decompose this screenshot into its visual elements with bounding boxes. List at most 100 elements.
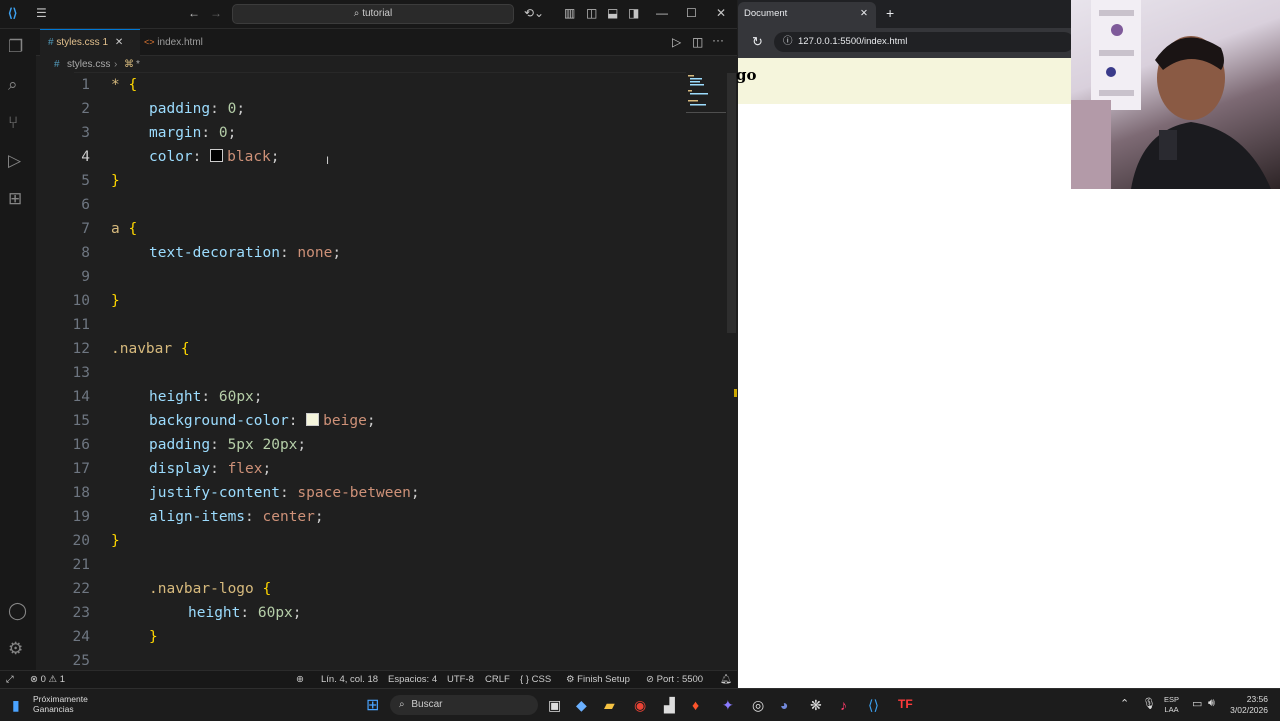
breadcrumb-symbol[interactable]: * (136, 56, 140, 73)
reload-icon[interactable]: ↻ (752, 34, 763, 50)
vscode-logo-icon: ⟨⟩ (8, 6, 18, 20)
app-icon[interactable]: ✦ (722, 697, 734, 714)
tab-index-html[interactable]: <> index.html (136, 29, 211, 55)
run-icon[interactable]: ▷ (672, 35, 681, 49)
indentation[interactable]: Espacios: 4 (388, 674, 437, 685)
page-logo-text[interactable]: go (736, 66, 757, 84)
zoom-icon[interactable]: ⊕ (296, 674, 304, 685)
close-tab-icon[interactable]: ✕ (860, 2, 868, 26)
address-bar[interactable]: ⓘ 127.0.0.1:5500/index.html (774, 32, 1074, 52)
extensions-icon[interactable]: ⊞ (8, 189, 22, 209)
notifications-bell-icon[interactable]: 🔔︎ (720, 674, 732, 685)
source-control-icon[interactable]: ⑂ (8, 113, 18, 133)
weather-widget-icon[interactable]: ▮ (12, 697, 20, 714)
line-number: 11 (72, 317, 90, 333)
css-value: center (262, 509, 315, 525)
network-icon[interactable]: ▭ (1192, 697, 1202, 710)
brave-icon[interactable]: ♦ (692, 697, 699, 713)
menu-icon[interactable]: ☰ (36, 6, 47, 20)
css-value: flex (227, 461, 263, 477)
toggle-secondary-sidebar-icon[interactable]: ◨ (628, 6, 639, 20)
line-number: 23 (72, 605, 90, 621)
terminal-icon[interactable]: ▟ (664, 697, 675, 714)
tab-label: index.html (157, 37, 203, 48)
code-line-12: .navbar { (111, 341, 190, 357)
toggle-sidebar-icon[interactable]: ◫ (586, 6, 597, 20)
file-explorer-icon[interactable]: ▰ (604, 697, 615, 714)
code-line-8: text-decoration: none; (149, 245, 342, 261)
code-editor[interactable]: 1 2 3 4 5 6 7 8 9 10 11 12 13 14 15 16 1… (36, 73, 726, 673)
breadcrumb-file[interactable]: styles.css (67, 56, 110, 73)
tab-styles-css[interactable]: # styles.css 1 ✕ (40, 29, 140, 56)
brace: { (128, 221, 138, 237)
layout-icon[interactable]: ▥ (564, 6, 575, 20)
status-bar: ⤢ ⊗ 0 ⚠ 1 ⊕ Lín. 4, col. 18 Espacios: 4 … (0, 670, 737, 689)
close-tab-icon[interactable]: ✕ (115, 37, 123, 48)
chatgpt-icon[interactable]: ❋ (810, 697, 822, 714)
finish-setup-button[interactable]: ⚙ Finish Setup (566, 674, 630, 685)
copilot-icon[interactable]: ⟲⌄ (524, 6, 544, 20)
discord-icon[interactable]: ◕ (780, 697, 788, 713)
microphone-icon[interactable]: 🎙︎ (1142, 697, 1156, 710)
code-line-10: } (111, 293, 120, 309)
scrollbar-thumb[interactable] (727, 73, 736, 333)
explorer-icon[interactable]: ❐ (8, 37, 23, 57)
code-line-17: display: flex; (149, 461, 272, 477)
minimize-icon[interactable]: — (656, 6, 668, 20)
volume-icon[interactable]: 🔊︎ (1208, 697, 1215, 710)
run-debug-icon[interactable]: ▷ (8, 151, 21, 171)
account-icon[interactable]: ◯ (8, 601, 27, 621)
tiktok-icon[interactable]: ♪ (840, 697, 847, 713)
app-tf-icon[interactable]: TF (898, 697, 913, 711)
weather-widget[interactable]: Próximamente Ganancias (33, 694, 88, 714)
editor-scrollbar[interactable] (726, 73, 737, 673)
task-view-icon[interactable]: ▣ (548, 697, 561, 714)
error-count: 0 (40, 674, 46, 685)
activity-bar: ❐ ⌕ ⑂ ▷ ⊞ ◯ ⚙ (0, 29, 36, 688)
forward-arrow-icon[interactable]: → (210, 6, 222, 20)
search-icon: ⌕ (353, 8, 363, 19)
clock[interactable]: 23:56 3/02/2026 (1228, 694, 1268, 716)
remote-icon[interactable]: ⤢ (6, 674, 14, 685)
more-actions-icon[interactable]: ··· (712, 33, 724, 47)
css-value: 0 (227, 101, 237, 117)
search-icon[interactable]: ⌕ (8, 75, 18, 95)
warning-marker (734, 389, 737, 397)
close-icon[interactable]: ✕ (716, 6, 726, 20)
finish-setup-label: Finish Setup (577, 674, 630, 685)
live-server-port[interactable]: ⊘ Port : 5500 (646, 674, 703, 685)
windows-start-icon[interactable]: ⊞ (366, 695, 379, 715)
language-code: ESP (1164, 695, 1180, 704)
split-editor-icon[interactable]: ◫ (692, 35, 703, 49)
css-property: background-color (149, 413, 289, 429)
color-swatch-black[interactable] (210, 149, 224, 162)
css-property: display (149, 461, 211, 477)
vscode-taskbar-icon[interactable]: ⟨⟩ (868, 697, 879, 714)
github-icon[interactable]: ◎ (752, 697, 764, 714)
encoding[interactable]: UTF-8 (447, 674, 474, 685)
language-mode[interactable]: { } CSS (520, 674, 551, 685)
maximize-icon[interactable]: ☐ (686, 6, 697, 20)
browser-tab[interactable]: Document ✕ (738, 2, 876, 28)
chevron-up-icon[interactable]: ⌃ (1120, 697, 1129, 710)
back-arrow-icon[interactable]: ← (188, 6, 200, 20)
chrome-icon[interactable]: ◉ (634, 697, 646, 714)
command-center-search[interactable]: ⌕ tutorial (232, 4, 514, 24)
text-cursor-icon: I (326, 155, 330, 167)
taskbar-search-box[interactable]: ⌕ Buscar (390, 695, 538, 715)
line-ending[interactable]: CRLF (485, 674, 510, 685)
title-bar: ⟨⟩ ☰ ← → ⌕ tutorial ⟲⌄ ▥ ◫ ⬓ ◨ — ☐ ✕ (0, 0, 737, 29)
language-indicator[interactable]: ESP LAA (1164, 695, 1179, 715)
site-info-icon[interactable]: ⓘ (783, 32, 793, 52)
windows-taskbar: ▮ Próximamente Ganancias ⊞ ⌕ Buscar ▣ ◆ … (0, 688, 1280, 721)
minimap[interactable] (686, 73, 726, 113)
tab-label: styles.css (56, 37, 100, 48)
css-selector: * (111, 77, 120, 93)
cursor-position[interactable]: Lín. 4, col. 18 (321, 674, 378, 685)
new-tab-icon[interactable]: + (886, 5, 894, 21)
copilot-icon[interactable]: ◆ (576, 697, 587, 714)
color-swatch-beige[interactable] (306, 413, 320, 426)
settings-gear-icon[interactable]: ⚙ (8, 639, 23, 659)
toggle-panel-icon[interactable]: ⬓ (607, 6, 618, 20)
problems-indicator[interactable]: ⊗ 0 ⚠ 1 (30, 674, 65, 685)
